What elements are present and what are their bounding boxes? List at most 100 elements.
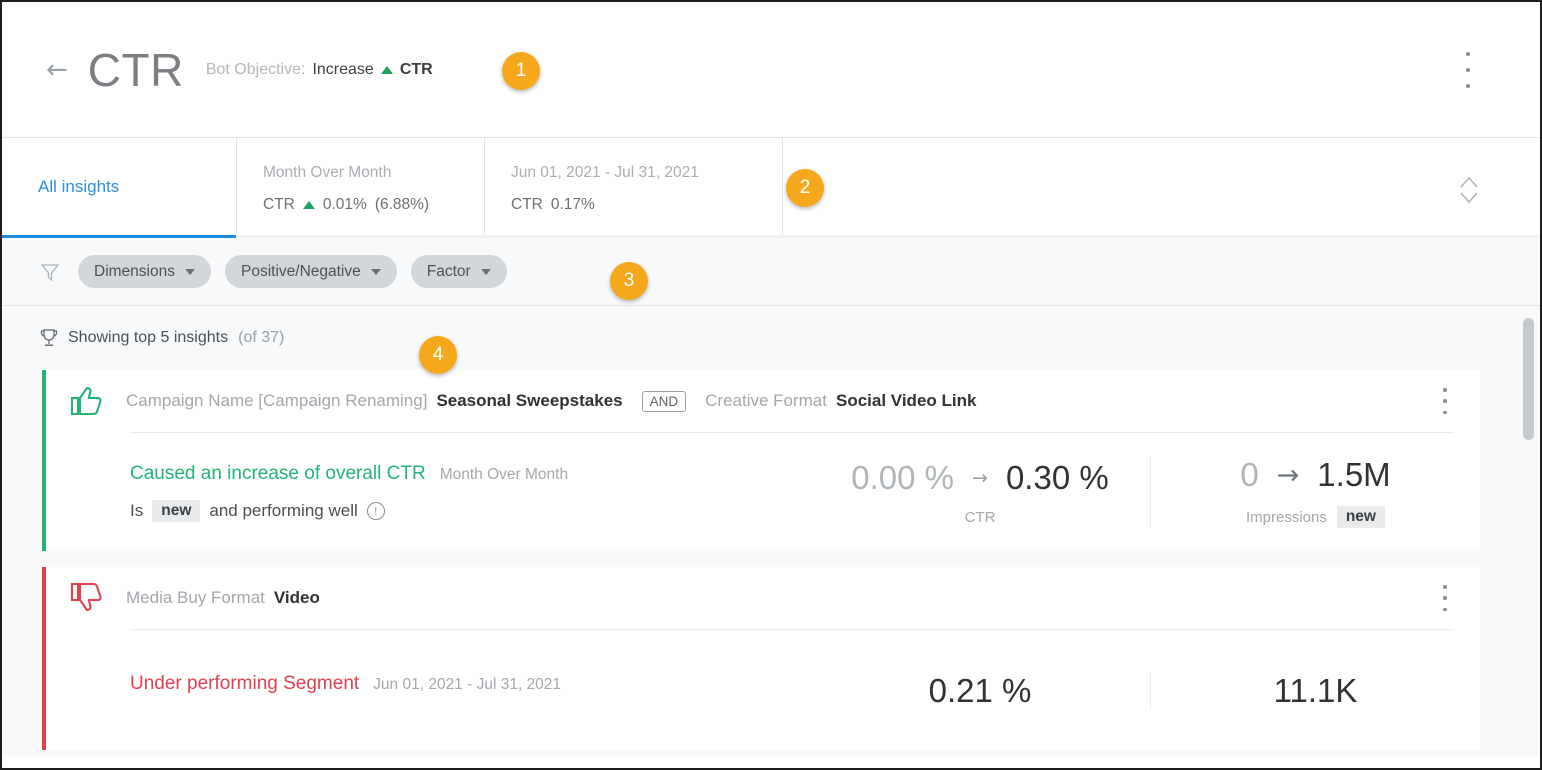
insight-verdict-period: Jun 01, 2021 - Jul 31, 2021	[373, 675, 562, 693]
insight-verdict-top: Under performing Segment Jun 01, 2021 - …	[130, 673, 810, 695]
insight-card-kebab-menu-icon[interactable]	[1436, 388, 1454, 414]
criteria-dimension: Campaign Name [Campaign Renaming]	[126, 391, 428, 410]
insight-card-body: Under performing Segment Jun 01, 2021 - …	[46, 632, 1480, 750]
chevron-down-icon	[370, 268, 381, 275]
insight-card-divider	[130, 629, 1454, 630]
filter-bar: Dimensions Positive/Negative Factor	[2, 238, 1540, 306]
showing-text: Showing top 5 insights	[68, 329, 229, 346]
metric-value-to: 11.1K	[1273, 672, 1358, 709]
vertical-scrollbar[interactable]	[1523, 318, 1534, 768]
chevron-up-down-icon[interactable]	[1456, 168, 1482, 212]
insight-verdict-top: Caused an increase of overall CTR Month …	[130, 463, 810, 485]
stat-metric-value: 0.01%	[322, 196, 367, 213]
insight-metric-ctr: 0.00 % → 0.30 % CTR	[810, 459, 1150, 526]
triangle-up-icon	[380, 65, 393, 74]
kebab-dot	[1443, 607, 1447, 611]
header-kebab-menu-icon[interactable]	[1458, 52, 1478, 88]
tab-all-insights-label: All insights	[38, 176, 120, 196]
chevron-up-down-svg	[1460, 176, 1478, 204]
bot-objective: Bot Objective: Increase CTR	[206, 61, 433, 79]
insight-verdict-sub: Is new and performing well !	[130, 499, 810, 522]
kebab-dot	[1443, 410, 1447, 414]
bot-objective-metric: CTR	[399, 60, 433, 78]
insight-verdict-text: Caused an increase of overall CTR	[130, 462, 426, 484]
criteria-value: Video	[273, 588, 320, 607]
info-circle-icon[interactable]: !	[366, 501, 385, 520]
insight-card[interactable]: Campaign Name [Campaign Renaming] Season…	[42, 370, 1480, 551]
stat-metric-name: CTR	[263, 196, 295, 213]
insight-verdict-period: Month Over Month	[439, 465, 569, 483]
tab-all-insights[interactable]: All insights	[2, 138, 236, 238]
stat-title: Month Over Month	[263, 164, 392, 181]
filter-chip-dimensions[interactable]: Dimensions	[78, 255, 211, 288]
metric-label: CTR	[964, 508, 996, 526]
insight-card-header: Campaign Name [Campaign Renaming] Season…	[46, 370, 1480, 432]
insight-card-kebab-menu-icon[interactable]	[1436, 585, 1454, 611]
summary-bar: All insights Month Over Month CTR 0.01% …	[2, 138, 1540, 238]
metric-values: 0 → 1.5M	[1151, 456, 1480, 494]
chevron-down-icon	[184, 268, 195, 275]
stat-title: Jun 01, 2021 - Jul 31, 2021	[511, 164, 699, 181]
arrow-left-icon[interactable]: ←	[46, 57, 68, 83]
kebab-dot	[1443, 399, 1447, 403]
chevron-down-icon	[480, 268, 491, 275]
stat-month-over-month: Month Over Month CTR 0.01% (6.88%)	[236, 138, 484, 235]
bot-objective-verb: Increase	[312, 60, 374, 78]
thumbs-up-icon	[70, 386, 102, 416]
callout-badge-4: 4	[419, 336, 457, 374]
criteria-dimension: Media Buy Format	[126, 588, 265, 607]
insight-metric-impressions: 0 → 1.5M Impressions new	[1150, 456, 1480, 528]
stat-metric-value: 0.17%	[550, 196, 595, 213]
metric-values: 0.00 % → 0.30 %	[810, 459, 1150, 497]
kebab-dot	[1443, 585, 1447, 589]
metric-value-from: 0	[1240, 456, 1259, 493]
kebab-dot	[1443, 596, 1447, 600]
showing-count: (of 37)	[238, 329, 285, 346]
scrollbar-thumb[interactable]	[1523, 318, 1534, 440]
insights-results-panel: Showing top 5 insights (of 37) Campaign …	[2, 306, 1540, 756]
insight-sub-tag: new	[152, 499, 201, 522]
stat-metric-name: CTR	[511, 196, 543, 213]
criteria-dimension: Creative Format	[705, 391, 827, 410]
kebab-dot	[1466, 52, 1470, 56]
metric-tag: new	[1336, 506, 1385, 528]
insight-card-body: Caused an increase of overall CTR Month …	[46, 433, 1480, 551]
metric-value-to: 0.21 %	[928, 672, 1032, 709]
triangle-up-icon	[302, 201, 315, 209]
kebab-dot	[1466, 68, 1470, 72]
metric-value-to: 1.5M	[1317, 456, 1391, 493]
kebab-dot	[1443, 388, 1447, 392]
arrow-right-icon: →	[972, 466, 988, 489]
filter-chip-label: Positive/Negative	[240, 262, 361, 280]
thumbs-down-icon	[70, 582, 102, 612]
insight-verdict: Caused an increase of overall CTR Month …	[130, 463, 810, 522]
insight-verdict: Under performing Segment Jun 01, 2021 - …	[130, 673, 810, 710]
filter-chip-factor[interactable]: Factor	[410, 255, 507, 288]
stat-row: CTR 0.17%	[511, 196, 756, 214]
callout-badge-2: 2	[786, 169, 824, 207]
filter-chip-positive-negative[interactable]: Positive/Negative	[224, 255, 397, 288]
kebab-dot	[1466, 84, 1470, 88]
criteria-value: Social Video Link	[836, 391, 977, 410]
stat-row: CTR 0.01% (6.88%)	[263, 196, 484, 214]
page-header: ← CTR Bot Objective: Increase CTR	[2, 2, 1540, 138]
insight-metric-ctr: 0.21 %	[810, 672, 1150, 710]
metric-values: 0.21 %	[810, 672, 1150, 710]
insight-verdict-text: Under performing Segment	[130, 672, 360, 694]
insight-metric-impressions: 11.1K	[1150, 672, 1480, 710]
insight-sub-prefix: Is	[130, 500, 144, 520]
trophy-icon	[40, 329, 58, 346]
metric-value-to: 0.30 %	[1005, 458, 1109, 496]
insight-card-header: Media Buy Format Video	[46, 567, 1480, 629]
callout-badge-1: 1	[502, 52, 540, 90]
summary-divider	[782, 138, 783, 235]
arrow-right-icon: →	[1276, 459, 1300, 491]
callout-badge-3: 3	[610, 262, 648, 300]
stat-date-range: Jun 01, 2021 - Jul 31, 2021 CTR 0.17%	[484, 138, 756, 235]
filter-chip-label: Dimensions	[94, 262, 175, 280]
insight-card[interactable]: Media Buy Format Video Under performing …	[42, 567, 1480, 750]
insight-criteria: Campaign Name [Campaign Renaming] Season…	[126, 390, 977, 412]
metric-values: 11.1K	[1151, 672, 1480, 710]
filter-funnel-icon	[40, 263, 60, 281]
insights-app-window: ← CTR Bot Objective: Increase CTR All in…	[0, 0, 1542, 770]
